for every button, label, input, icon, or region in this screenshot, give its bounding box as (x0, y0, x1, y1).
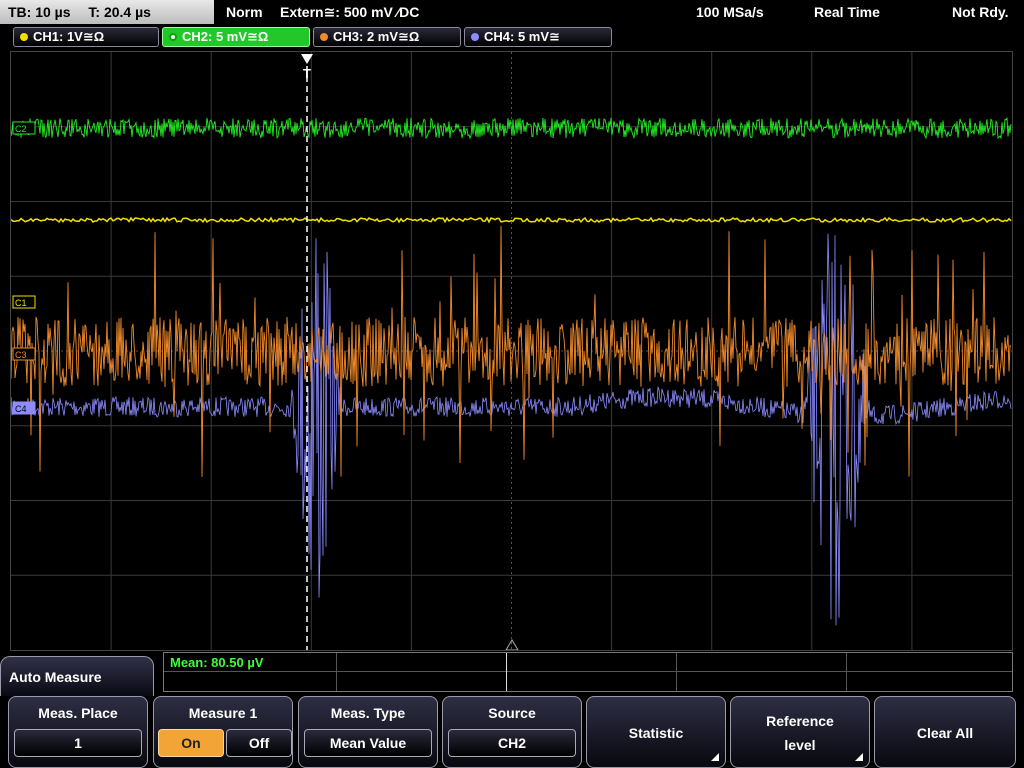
ch1-marker-label: C1 (15, 298, 27, 308)
ch4-label: CH4: 5 mV≅ (484, 29, 560, 44)
acquisition-mode-label: Real Time (814, 4, 880, 20)
ch2-marker-label: C2 (15, 124, 27, 134)
submenu-arrow-icon (711, 753, 719, 761)
sample-rate-label: 100 MSa/s (696, 4, 764, 20)
source-softkey[interactable]: Source CH2 (442, 696, 582, 768)
measure1-off-toggle[interactable]: Off (226, 729, 292, 757)
ch3-marker-label: C3 (15, 350, 27, 360)
measurement-result: Mean: 80.50 µV (170, 655, 264, 670)
meas-type-softkey[interactable]: Meas. Type Mean Value (298, 696, 438, 768)
graticule-grid (11, 52, 1012, 650)
ch1-label: CH1: 1V≅Ω (33, 29, 105, 44)
ch4-color-icon (471, 33, 479, 41)
statistic-label: Statistic (628, 725, 684, 741)
trigger-source-label[interactable]: Extern≅: 500 mV ⁄DC (280, 0, 419, 24)
ch3-label: CH3: 2 mV≅Ω (333, 29, 420, 44)
ch2-color-icon (169, 33, 177, 41)
acquisition-status-label: Not Rdy. (952, 4, 1009, 20)
ch1-color-icon (20, 33, 28, 41)
channel-tab-ch1[interactable]: CH1: 1V≅Ω (13, 27, 159, 47)
clear-all-label: Clear All (916, 725, 974, 741)
ch3-color-icon (320, 33, 328, 41)
waveforms (11, 116, 1012, 626)
trigger-marker-label: T (303, 66, 311, 81)
submenu-arrow-icon (855, 753, 863, 761)
ch2-label: CH2: 5 mV≅Ω (182, 29, 269, 44)
measure1-title: Measure 1 (188, 705, 258, 721)
measurement-divider (676, 653, 677, 691)
channel-tab-ch2[interactable]: CH2: 5 mV≅Ω (162, 27, 310, 47)
reference-level-softkey[interactable]: Reference level (730, 696, 870, 768)
statistic-softkey[interactable]: Statistic (586, 696, 726, 768)
measurement-divider (846, 653, 847, 691)
timebase-label: TB: 10 µs (8, 4, 71, 20)
measurement-divider (336, 653, 337, 691)
status-bar: TB: 10 µs T: 20.4 µs Norm Extern≅: 500 m… (0, 0, 1024, 24)
meas-place-title: Meas. Place (38, 705, 118, 721)
ch4-marker-label: C4 (15, 404, 27, 414)
ch2-waveform (11, 116, 1012, 140)
menu-title-tab: Auto Measure (0, 656, 154, 696)
channel-bar: CH1: 1V≅Ω CH2: 5 mV≅Ω CH3: 2 mV≅Ω CH4: 5… (0, 24, 1024, 50)
trigger-mode-label[interactable]: Norm (226, 0, 263, 24)
reference-level-label-line1: Reference (766, 713, 834, 729)
waveform-display[interactable]: T C2 C1 C3 C4 (10, 51, 1013, 651)
meas-type-title: Meas. Type (330, 705, 406, 721)
trigger-time-label: T: 20.4 µs (88, 4, 151, 20)
meas-place-value[interactable]: 1 (14, 729, 142, 757)
measurement-divider (164, 671, 1012, 672)
waveform-canvas: T C2 C1 C3 C4 (11, 52, 1012, 650)
reference-level-label-line2: level (784, 737, 816, 753)
timebase-box[interactable]: TB: 10 µs T: 20.4 µs (0, 0, 214, 24)
clear-all-softkey[interactable]: Clear All (874, 696, 1016, 768)
source-title: Source (488, 705, 536, 721)
channel-tab-ch4[interactable]: CH4: 5 mV≅ (464, 27, 612, 47)
meas-place-softkey[interactable]: Meas. Place 1 (8, 696, 148, 768)
measurement-divider (506, 653, 507, 691)
meas-type-value[interactable]: Mean Value (304, 729, 432, 757)
channel-tab-ch3[interactable]: CH3: 2 mV≅Ω (313, 27, 461, 47)
measure1-softkey[interactable]: Measure 1 On Off (153, 696, 293, 768)
measure1-on-toggle[interactable]: On (158, 729, 224, 757)
softkey-bar: Meas. Place 1 Measure 1 On Off Meas. Typ… (0, 696, 1024, 768)
measurement-bar: Mean: 80.50 µV (163, 652, 1013, 692)
source-value[interactable]: CH2 (448, 729, 576, 757)
